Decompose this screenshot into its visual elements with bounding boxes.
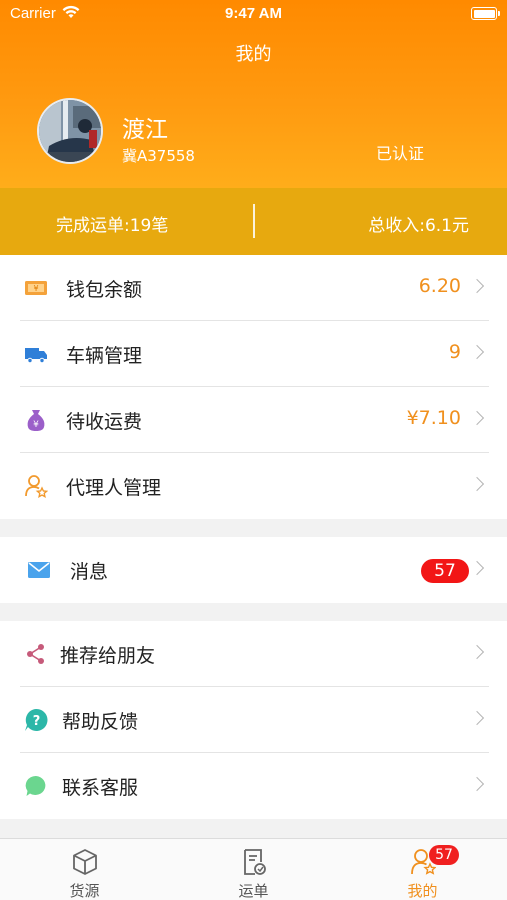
menu-item-pending-freight[interactable]: ¥ 待收运费 ¥7.10 (0, 387, 507, 453)
chevron-right-icon (469, 476, 485, 492)
svg-text:?: ? (33, 714, 41, 729)
share-icon (27, 644, 44, 664)
vehicle-count: 9 (448, 341, 461, 363)
menu-item-help[interactable]: ? 帮助反馈 (0, 687, 507, 753)
chat-icon (25, 775, 46, 796)
wallet-balance: 6.20 (418, 275, 461, 297)
tab-badge: 57 (429, 845, 459, 865)
battery-icon (471, 7, 500, 20)
menu-item-label: 钱包余额 (66, 279, 143, 301)
agent-icon (25, 475, 48, 498)
tab-waybill[interactable]: 运单 (169, 839, 338, 900)
svg-text:¥: ¥ (33, 420, 39, 430)
stats-divider (253, 204, 255, 238)
chevron-right-icon (469, 560, 485, 576)
chevron-right-icon (469, 344, 485, 360)
verified-status: 已认证 (376, 144, 425, 163)
avatar[interactable] (37, 98, 103, 164)
tab-label: 运单 (238, 882, 269, 900)
user-name: 渡江 (122, 117, 168, 143)
chevron-right-icon (469, 278, 485, 294)
menu-item-label: 联系客服 (62, 777, 139, 799)
status-bar: Carrier 9:47 AM (0, 0, 507, 30)
menu-item-wallet[interactable]: ¥ 钱包余额 6.20 (0, 255, 507, 321)
help-icon: ? (25, 708, 48, 731)
svg-text:¥: ¥ (33, 284, 38, 293)
tab-label: 货源 (69, 882, 100, 900)
menu-more: 推荐给朋友 ? 帮助反馈 联系客服 (0, 621, 507, 819)
menu-item-share[interactable]: 推荐给朋友 (0, 621, 507, 687)
menu-item-vehicles[interactable]: 车辆管理 9 (0, 321, 507, 387)
chevron-right-icon (469, 710, 485, 726)
box-icon (73, 849, 97, 875)
unread-badge: 57 (421, 559, 469, 583)
tab-label: 我的 (407, 882, 438, 900)
truck-icon (25, 348, 47, 364)
menu-item-agents[interactable]: 代理人管理 (0, 453, 507, 519)
menu-item-label: 消息 (70, 561, 109, 583)
pending-freight-amount: ¥7.10 (406, 407, 461, 429)
money-bag-icon: ¥ (27, 410, 45, 431)
menu-item-label: 待收运费 (66, 411, 143, 433)
menu-messages: 消息 57 (0, 537, 507, 603)
menu-item-customer-service[interactable]: 联系客服 (0, 753, 507, 819)
menu-item-label: 车辆管理 (66, 345, 143, 367)
wallet-icon: ¥ (25, 281, 47, 295)
tab-bar: 货源 运单 57 我的 (0, 838, 507, 900)
menu-item-label: 推荐给朋友 (60, 645, 156, 667)
license-plate: 冀A37558 (122, 147, 195, 165)
completed-orders: 完成运单:19笔 (56, 216, 169, 236)
profile-header: Carrier 9:47 AM 我的 渡江 冀A37558 已认证 (0, 0, 507, 188)
clock: 9:47 AM (225, 5, 282, 22)
menu-item-label: 代理人管理 (66, 477, 162, 499)
menu-main: ¥ 钱包余额 6.20 车辆管理 9 ¥ 待收运费 ¥7.10 代理人管理 (0, 255, 507, 519)
page-title: 我的 (235, 44, 272, 65)
chevron-right-icon (469, 410, 485, 426)
menu-item-messages[interactable]: 消息 57 (0, 537, 507, 603)
menu-item-label: 帮助反馈 (62, 711, 139, 733)
envelope-icon (28, 562, 50, 578)
avatar-image (39, 100, 101, 162)
chevron-right-icon (469, 776, 485, 792)
chevron-right-icon (469, 644, 485, 660)
waybill-icon (244, 849, 266, 875)
stats-bar: 完成运单:19笔 总收入:6.1元 (0, 188, 507, 255)
tab-mine[interactable]: 57 我的 (338, 839, 507, 900)
total-income: 总收入:6.1元 (368, 216, 469, 236)
tab-cargo[interactable]: 货源 (0, 839, 169, 900)
